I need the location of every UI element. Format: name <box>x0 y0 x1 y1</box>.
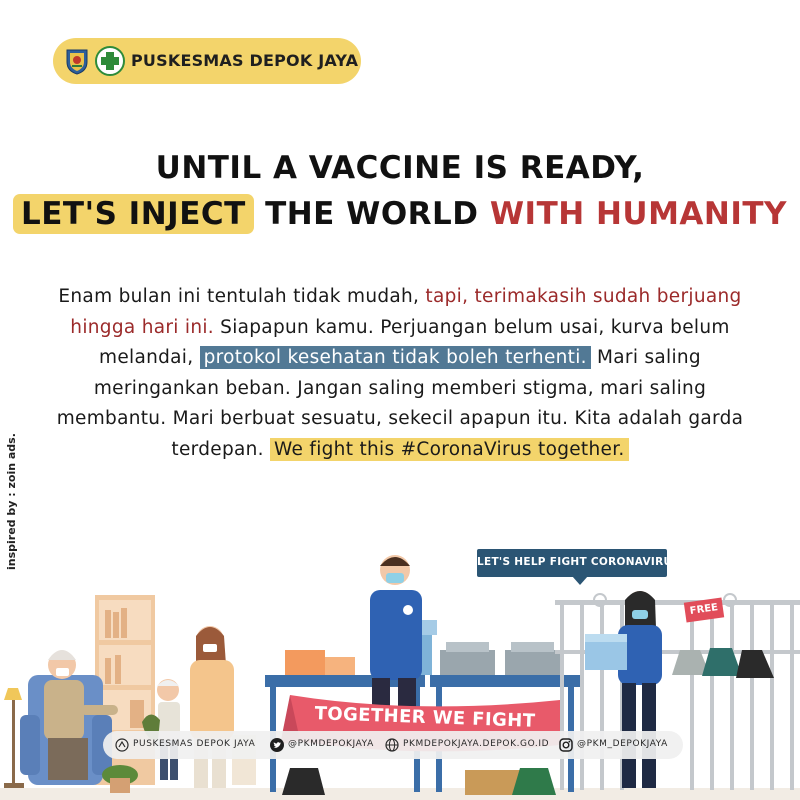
headline-middle: THE WORLD <box>253 196 490 232</box>
hanging-bags <box>672 648 774 678</box>
twitter-icon <box>270 738 284 752</box>
brand-name: PUSKESMAS DEPOK JAYA <box>131 51 359 70</box>
body-text-yellow: We fight this #CoronaVirus together. <box>270 437 629 461</box>
contact-website-name-text: PUSKESMAS DEPOK JAYA <box>133 739 256 749</box>
headline-highlight: LET'S INJECT <box>13 194 254 234</box>
contact-instagram-text: @PKM_DEPOKJAYA <box>577 739 668 749</box>
instagram-icon <box>559 738 573 752</box>
contact-bar: PUSKESMAS DEPOK JAYA @PKMDEPOKJAYA PKMDE… <box>103 731 683 759</box>
seal-icon <box>66 49 88 75</box>
body-text-1: Enam bulan ini tentulah tidak mudah, <box>58 286 426 307</box>
web-icon <box>115 738 129 752</box>
fence <box>555 593 800 790</box>
speech-tag-tail <box>572 576 588 585</box>
headline-line-2: LET'S INJECT THE WORLD WITH HUMANITY <box>0 194 800 234</box>
globe-icon <box>385 738 399 752</box>
brand-badge: PUSKESMAS DEPOK JAYA <box>53 38 361 84</box>
body-text-blue: protokol kesehatan tidak boleh terhenti. <box>199 346 591 369</box>
contact-web-text: PKMDEPOKJAYA.DEPOK.GO.ID <box>403 739 550 749</box>
headline-red: WITH HUMANITY <box>489 196 787 232</box>
speech-tag: LET'S HELP FIGHT CORONAVIRUS! <box>477 549 686 577</box>
headline-line-1: UNTIL A VACCINE IS READY, <box>155 150 645 186</box>
speech-tag-text: LET'S HELP FIGHT CORONAVIRUS! <box>477 556 686 568</box>
body-paragraph: Enam bulan ini tentulah tidak mudah, tap… <box>40 282 760 465</box>
woman <box>190 626 256 788</box>
contact-twitter-text: @PKMDEPOKJAYA <box>288 739 374 749</box>
poster: PUSKESMAS DEPOK JAYA UNTIL A VACCINE IS … <box>0 0 800 800</box>
health-plus-icon <box>95 46 125 76</box>
